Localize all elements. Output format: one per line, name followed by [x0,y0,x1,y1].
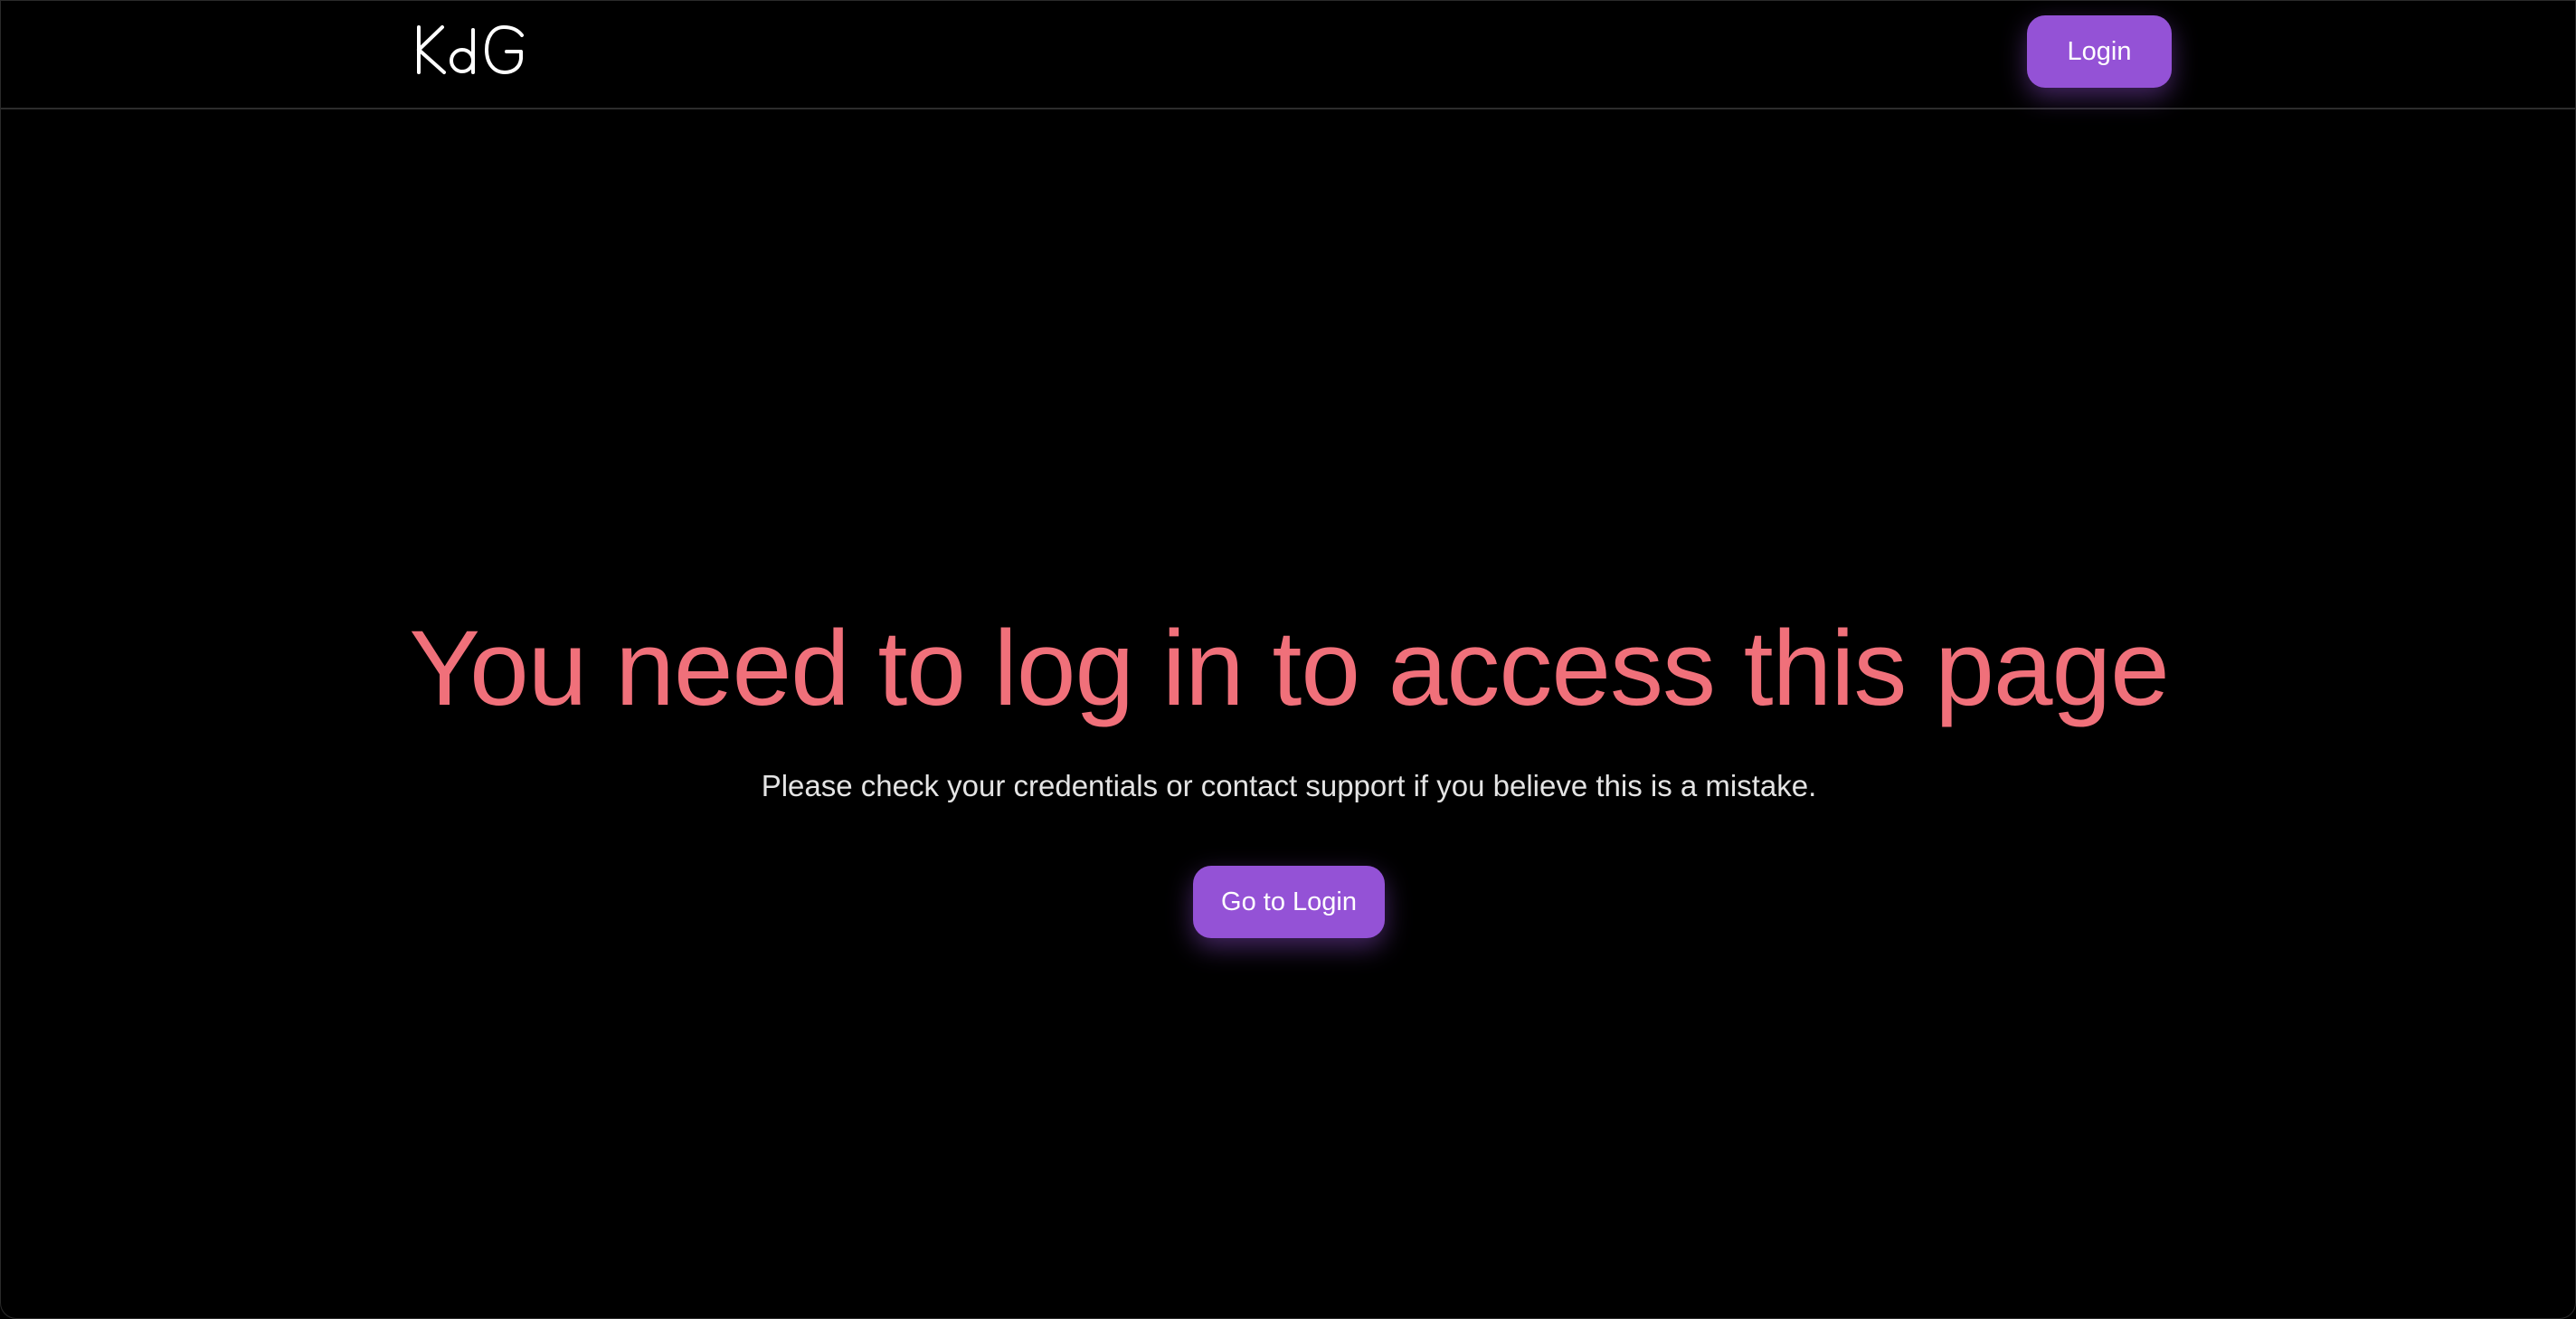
login-button[interactable]: Login [2027,15,2172,88]
top-navbar: Login [1,1,2576,109]
kdg-logo-mark [417,25,524,74]
kdg-logo[interactable] [415,24,526,75]
page-title: You need to log in to access this page [409,609,2169,728]
page-subtitle: Please check your credentials or contact… [761,769,1817,802]
app-window: Login You need to log in to access this … [0,0,2576,1319]
main-content: You need to log in to access this page P… [1,109,2576,1319]
go-to-login-button[interactable]: Go to Login [1193,866,1385,938]
